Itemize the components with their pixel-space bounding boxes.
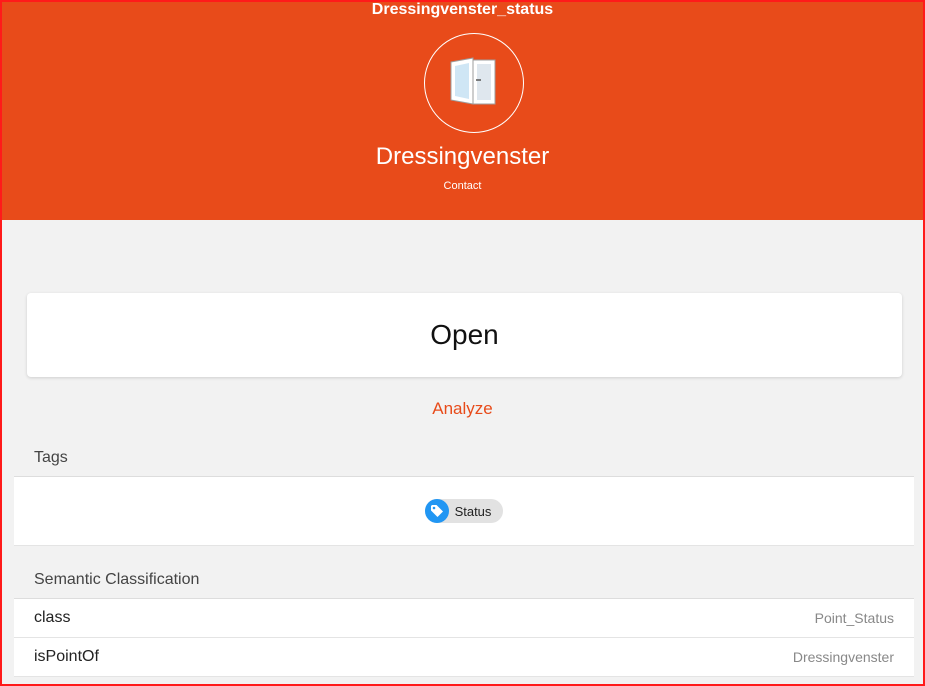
item-subtitle: Contact <box>443 180 482 192</box>
item-name: Dressingvenster_status <box>371 1 554 18</box>
semantic-key: isPointOf <box>34 648 99 665</box>
tags-box: Status <box>14 476 914 546</box>
state-value: Open <box>430 319 499 350</box>
semantic-value: Dressingvenster <box>792 649 894 665</box>
tags-section-title: Tags <box>34 449 68 466</box>
state-card[interactable]: Open <box>27 293 902 377</box>
semantic-value: Point_Status <box>814 610 894 626</box>
window-open-icon <box>450 57 496 105</box>
item-header: Dressingvenster_status Dressingvenster C… <box>0 0 925 220</box>
semantic-list: class Point_Status isPointOf Dressingven… <box>14 598 914 677</box>
semantic-key: class <box>34 609 71 626</box>
tag-icon <box>424 499 449 523</box>
semantic-row-ispointof: isPointOf Dressingvenster <box>14 638 914 677</box>
item-avatar <box>424 33 524 133</box>
tag-chip-label: Status <box>454 503 492 519</box>
semantic-row-class: class Point_Status <box>14 599 914 638</box>
tag-chip-status[interactable]: Status <box>424 499 504 523</box>
semantic-section-title: Semantic Classification <box>34 571 200 588</box>
analyze-button[interactable]: Analyze <box>0 398 925 420</box>
item-title: Dressingvenster <box>375 143 550 170</box>
